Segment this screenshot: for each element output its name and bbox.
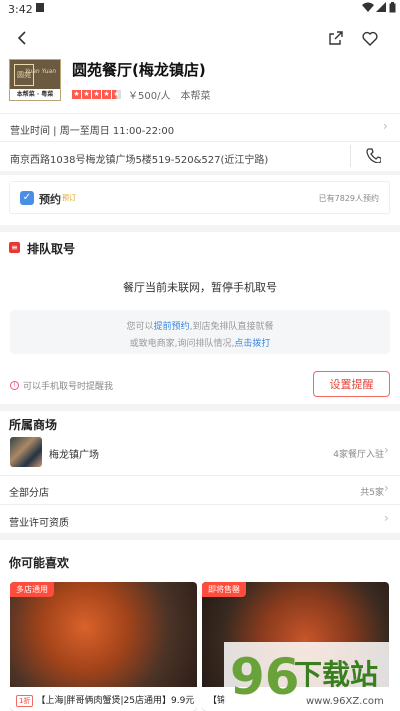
phone-icon (366, 148, 382, 164)
queue-notice: 餐厅当前未联网，暂停手机取号 (123, 281, 277, 294)
all-branches[interactable]: 全部分店 (9, 484, 49, 499)
restaurant-logo: 圆苑 Yuan Yuan 本帮菜 · 粤菜 (9, 59, 61, 101)
queue-icon: ≡ (9, 242, 20, 253)
star-icon: ★ (82, 90, 91, 99)
chevron-right-icon: › (384, 443, 389, 457)
set-reminder-button[interactable]: 设置提醒 (313, 371, 390, 397)
discount-badge: 1折 (16, 695, 34, 707)
logo-word: Yuan Yuan (25, 68, 56, 75)
booking-badge: 预订 (62, 194, 76, 202)
recommend-card[interactable]: 多店通用 1折 【上海|胖哥俩肉蟹煲|25店通用】9.9元 (10, 582, 197, 711)
hours-text: 营业时间 | 周一至周日 11:00-22:00 (10, 126, 175, 137)
chevron-right-icon: › (384, 481, 389, 495)
watermark-text: 下载站 (294, 658, 378, 691)
share-button[interactable] (322, 24, 350, 52)
price-per-person: ￥500/人 (128, 91, 171, 102)
cuisine: 本帮菜 (180, 91, 211, 102)
half-star-icon: ★ (112, 90, 121, 99)
notification-icon (36, 2, 46, 14)
recommend-title: 你可能喜欢 (9, 556, 70, 570)
remind-hint-text: 可以手机取号时提醒我 (23, 382, 114, 392)
chevron-right-icon: › (384, 511, 389, 525)
info-text: 您可以 (126, 322, 154, 332)
status-time: 3:42 (8, 3, 33, 16)
mall-name[interactable]: 梅龙镇广场 (49, 446, 99, 461)
queue-info-box: 您可以提前预约,到店免排队直接就餐 或致电商家,询问排队情况,点击拨打 (10, 310, 390, 354)
mall-thumbnail (10, 437, 42, 467)
favorite-button[interactable] (356, 24, 384, 52)
status-bar: 3:42 (0, 0, 400, 18)
booking-label: 预约 (39, 193, 61, 206)
nav-bar (0, 24, 400, 52)
watermark: 96 下载站 www.96XZ.com (224, 642, 400, 711)
info-text: 或致电商家,询问排队情况, (129, 339, 235, 349)
branch-count[interactable]: 共5家 (360, 485, 384, 498)
wifi-icon (362, 2, 374, 14)
address[interactable]: 南京西路1038号梅龙镇广场5楼519-520&527(近江宁路) (10, 151, 268, 166)
card-caption: 1折 【上海|胖哥俩肉蟹煲|25店通用】9.9元 (10, 687, 197, 711)
share-icon (329, 31, 343, 45)
card-tag: 多店通用 (10, 582, 54, 597)
card-title: 【上海|胖哥俩肉蟹煲|25店通用】9.9元 (36, 696, 195, 706)
watermark-logo: 96 下载站 www.96XZ.com (224, 642, 400, 711)
back-button[interactable] (8, 24, 36, 52)
star-icon: ★ (102, 90, 111, 99)
star-icon: ★ (92, 90, 101, 99)
restaurant-name: 圆苑餐厅(梅龙镇店) (72, 61, 206, 79)
battery-icon (389, 2, 399, 14)
book-ahead-link[interactable]: 提前预约 (154, 322, 190, 332)
mall-title: 所属商场 (9, 418, 58, 432)
info-circle-icon: ! (10, 381, 19, 390)
info-text: ,到店免排队直接就餐 (189, 322, 274, 332)
star-icon: ★ (72, 90, 81, 99)
watermark-url: www.96XZ.com (306, 696, 384, 707)
chevron-right-icon: › (383, 119, 388, 133)
mall-count[interactable]: 4家餐厅入驻 (333, 447, 384, 460)
rating-row: ★ ★ ★ ★ ★ ￥500/人 本帮菜 (72, 87, 210, 102)
business-license[interactable]: 营业许可资质 (9, 514, 69, 529)
watermark-digits: 96 (230, 648, 300, 706)
business-hours[interactable]: 营业时间 | 周一至周日 11:00-22:00 (10, 122, 390, 137)
remind-hint: ! 可以手机取号时提醒我 (10, 379, 113, 392)
call-link[interactable]: 点击拨打 (234, 339, 270, 349)
rating-stars: ★ ★ ★ ★ ★ (72, 90, 122, 99)
queue-title: 排队取号 (27, 242, 76, 256)
card-tag: 即将售罄 (202, 582, 246, 597)
heart-icon (362, 31, 378, 46)
call-button[interactable] (366, 148, 382, 167)
booking-count: 已有7829人预约 (318, 194, 379, 203)
back-arrow-icon (17, 31, 26, 45)
checkbox-icon: ✓ (20, 191, 34, 205)
booking-card[interactable]: ✓ 预约 预订 已有7829人预约 (9, 181, 390, 214)
signal-icon (376, 2, 386, 14)
